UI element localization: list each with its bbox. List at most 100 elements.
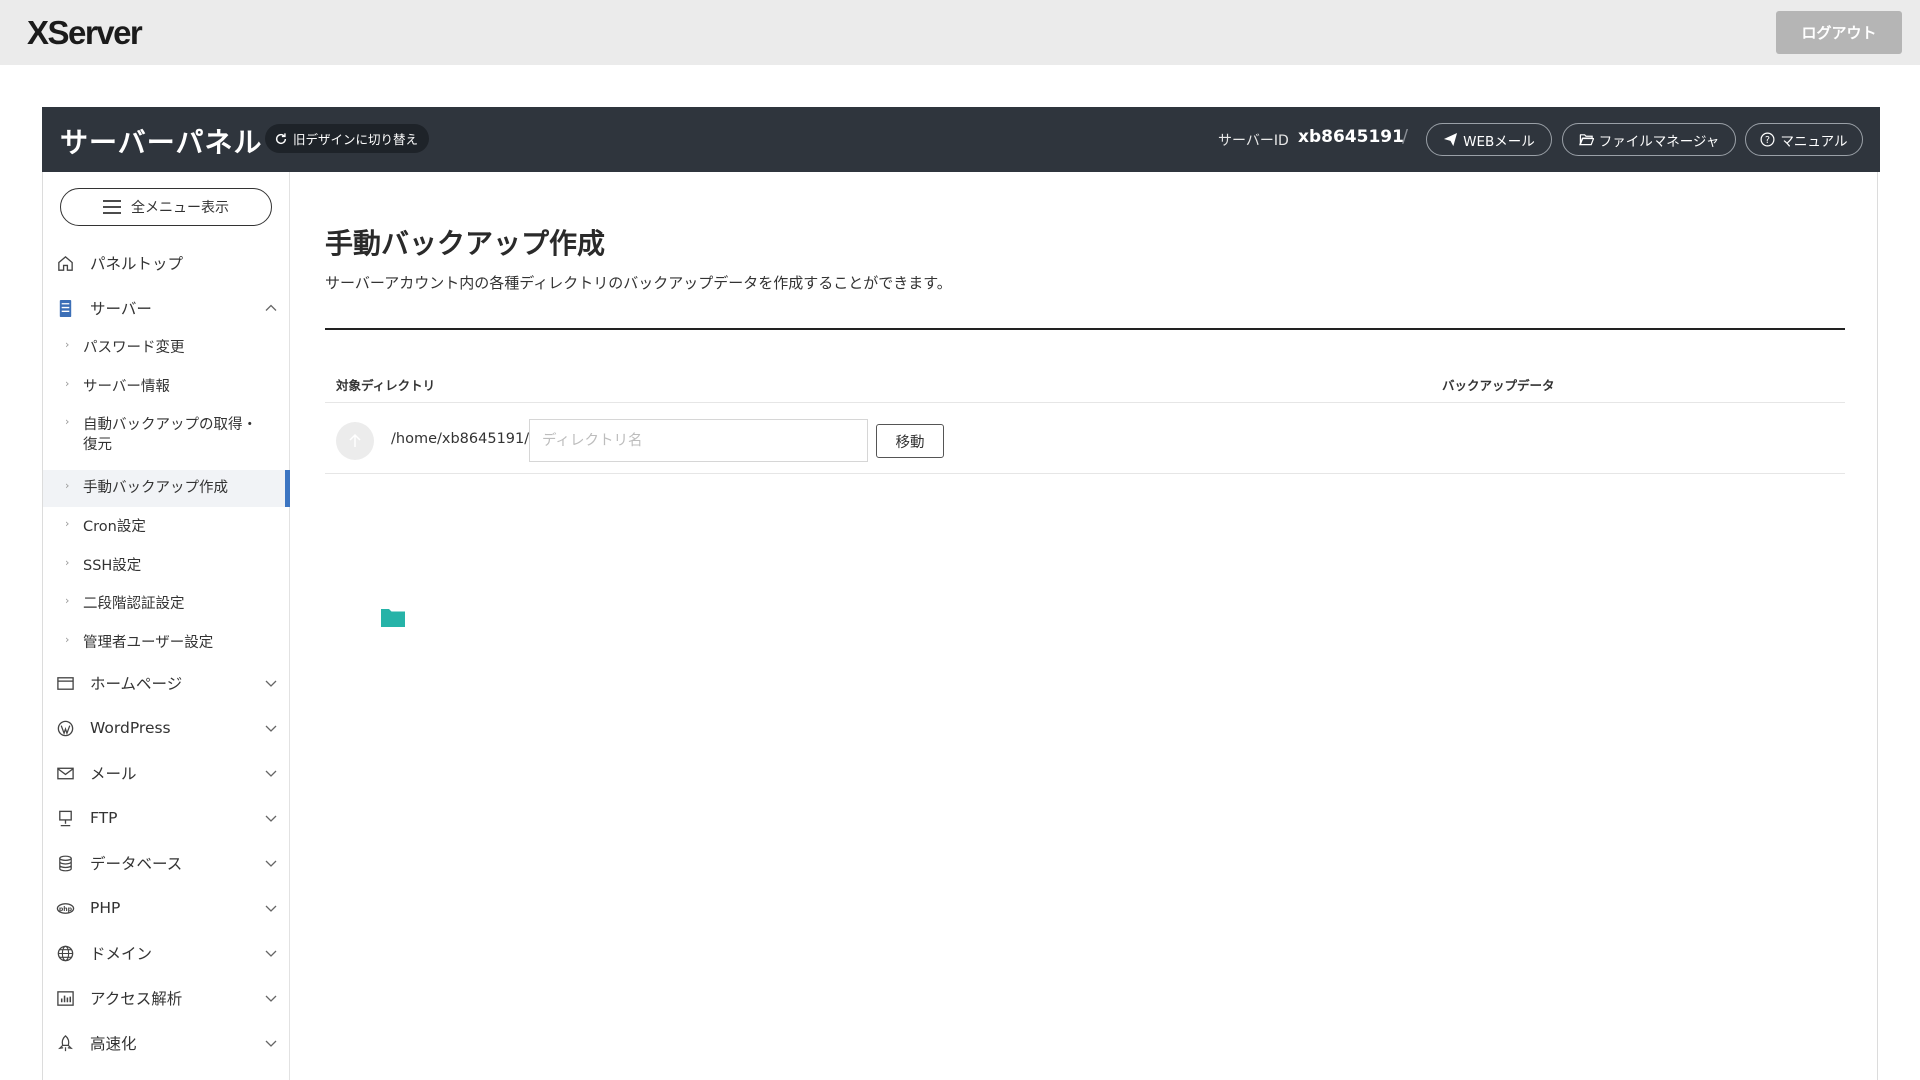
help-circle-icon: ? — [1760, 132, 1775, 147]
chevron-right-icon: › — [65, 479, 70, 492]
sidebar-item-label: PHP — [90, 899, 121, 917]
sidebar-item-label: WordPress — [90, 719, 171, 737]
analytics-icon — [55, 988, 75, 1008]
sidebar-item-label: 高速化 — [90, 1035, 137, 1053]
ftp-icon — [55, 808, 75, 828]
sidebar-item-wordpress[interactable]: WordPress — [43, 716, 290, 740]
page-description: サーバーアカウント内の各種ディレクトリのバックアップデータを作成することができま… — [325, 274, 952, 292]
wordpress-icon — [55, 718, 75, 738]
move-button[interactable]: 移動 — [876, 424, 944, 458]
sidebar-item-label: メール — [90, 765, 137, 783]
database-icon — [55, 853, 75, 873]
chevron-down-icon — [265, 680, 277, 687]
chevron-down-icon — [265, 770, 277, 777]
server-id-label: サーバーID — [1218, 133, 1289, 149]
browser-icon — [55, 673, 75, 693]
php-icon: php — [55, 898, 75, 918]
all-menu-label: 全メニュー表示 — [131, 200, 229, 216]
current-path: /home/xb8645191/ — [391, 431, 530, 447]
sidebar-item-speed[interactable]: 高速化 — [43, 1031, 290, 1055]
sidebar-item-label: アクセス解析 — [90, 990, 183, 1008]
chevron-down-icon — [265, 950, 277, 957]
sidebar-sub-label: サーバー情報 — [83, 379, 170, 395]
sidebar-item-database[interactable]: データベース — [43, 851, 290, 875]
switch-design-button[interactable]: 旧デザインに切り替え — [265, 124, 430, 153]
svg-text:?: ? — [1765, 135, 1770, 146]
server-icon — [55, 298, 75, 318]
sidebar-item-label: ドメイン — [90, 945, 153, 963]
sidebar-sub-cron[interactable]: › Cron設定 — [43, 517, 290, 537]
chevron-down-icon — [265, 860, 277, 867]
sidebar: 全メニュー表示 パネルトップ サーバー › パスワード変更 › サーバー情報 ›… — [43, 172, 290, 1080]
sidebar-item-mail[interactable]: メール — [43, 761, 290, 785]
manual-label: マニュアル — [1780, 133, 1848, 150]
sidebar-item-label: FTP — [90, 809, 118, 827]
header-separator: / — [1402, 126, 1409, 147]
chevron-right-icon: › — [65, 556, 70, 569]
sidebar-item-label: パネルトップ — [90, 255, 184, 273]
mail-icon — [55, 763, 75, 783]
sidebar-sub-manual-backup[interactable]: › 手動バックアップ作成 — [43, 470, 290, 507]
sidebar-sub-ssh[interactable]: › SSH設定 — [43, 556, 290, 576]
server-id-value: xb8645191 — [1298, 127, 1404, 147]
table-divider — [325, 473, 1845, 474]
title-divider — [325, 328, 1845, 330]
sidebar-item-homepage[interactable]: ホームページ — [43, 671, 290, 695]
xserver-logo[interactable]: XServer — [27, 14, 143, 52]
chevron-down-icon — [265, 815, 277, 822]
arrow-up-icon — [349, 433, 361, 447]
sidebar-item-php[interactable]: php PHP — [43, 896, 290, 920]
sidebar-sub-admin-user[interactable]: › 管理者ユーザー設定 — [43, 633, 290, 653]
chevron-down-icon — [265, 725, 277, 732]
column-header-backup: バックアップデータ — [1442, 378, 1555, 393]
sidebar-item-server[interactable]: サーバー — [43, 296, 290, 320]
file-manager-label: ファイルマネージャ — [1598, 133, 1720, 150]
sidebar-sub-label: パスワード変更 — [83, 340, 185, 356]
rocket-icon — [55, 1033, 75, 1053]
chevron-down-icon — [265, 905, 277, 912]
sidebar-sub-label: 二段階認証設定 — [83, 596, 185, 612]
sidebar-sub-label: 自動バックアップの取得・復元 — [83, 417, 257, 453]
sidebar-item-panel-top[interactable]: パネルトップ — [43, 251, 290, 275]
logout-button[interactable]: ログアウト — [1776, 11, 1902, 54]
hamburger-icon — [103, 200, 121, 214]
refresh-icon — [275, 132, 287, 144]
manual-button[interactable]: ? マニュアル — [1745, 123, 1863, 156]
table-divider — [325, 402, 1845, 403]
chevron-right-icon: › — [65, 594, 70, 607]
server-panel: サーバーパネル 旧デザインに切り替え サーバーID xb8645191 / WE… — [42, 107, 1880, 1080]
home-icon — [55, 253, 75, 273]
sidebar-item-label: サーバー — [90, 300, 152, 318]
folder-open-icon — [1578, 134, 1594, 146]
sidebar-item-analytics[interactable]: アクセス解析 — [43, 986, 290, 1010]
sidebar-sub-label: 手動バックアップ作成 — [83, 480, 228, 496]
webmail-button[interactable]: WEBメール — [1426, 123, 1552, 156]
sidebar-sub-label: SSH設定 — [83, 558, 142, 574]
chevron-right-icon: › — [65, 517, 70, 530]
sidebar-item-ftp[interactable]: FTP — [43, 806, 290, 830]
chevron-right-icon: › — [65, 338, 70, 351]
file-manager-button[interactable]: ファイルマネージャ — [1562, 123, 1736, 156]
sidebar-sub-label: 管理者ユーザー設定 — [83, 635, 214, 651]
directory-name-input[interactable] — [529, 419, 868, 462]
sidebar-sub-password[interactable]: › パスワード変更 — [43, 338, 290, 358]
chevron-right-icon: › — [65, 633, 70, 646]
sidebar-sub-auto-backup[interactable]: › 自動バックアップの取得・復元 — [43, 415, 290, 457]
sidebar-item-domain[interactable]: ドメイン — [43, 941, 290, 965]
sidebar-sub-label: Cron設定 — [83, 519, 146, 535]
switch-design-label: 旧デザインに切り替え — [293, 132, 419, 147]
page-title: 手動バックアップ作成 — [325, 227, 606, 260]
all-menu-button[interactable]: 全メニュー表示 — [60, 188, 272, 226]
chevron-down-icon — [265, 1040, 277, 1047]
globe-icon — [55, 943, 75, 963]
webmail-label: WEBメール — [1463, 133, 1535, 150]
sidebar-item-label: データベース — [90, 855, 183, 873]
chevron-right-icon: › — [65, 377, 70, 390]
folder-icon — [381, 609, 405, 627]
chevron-right-icon: › — [65, 415, 70, 428]
sidebar-sub-2fa[interactable]: › 二段階認証設定 — [43, 594, 290, 614]
parent-directory-button[interactable] — [336, 422, 374, 460]
panel-header: サーバーパネル 旧デザインに切り替え サーバーID xb8645191 / WE… — [42, 107, 1880, 172]
column-header-directory: 対象ディレクトリ — [336, 378, 436, 393]
sidebar-sub-server-info[interactable]: › サーバー情報 — [43, 377, 290, 397]
